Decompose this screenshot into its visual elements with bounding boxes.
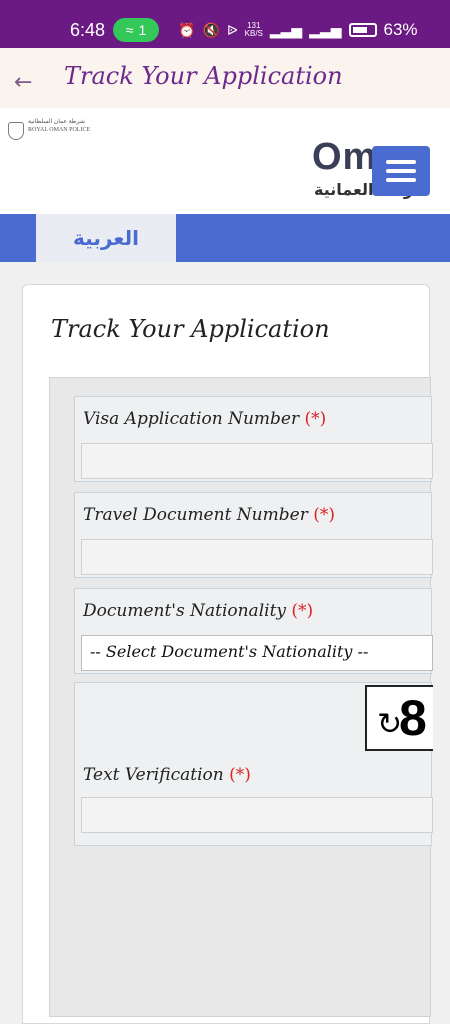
network-speed: 131 KB/S bbox=[245, 22, 263, 38]
wifi-hotspot-indicator: ≈ 1 bbox=[113, 18, 159, 42]
required-marker: (*) bbox=[229, 765, 251, 785]
visa-number-label: Visa Application Number (*) bbox=[83, 409, 326, 429]
travel-document-input[interactable] bbox=[81, 539, 433, 575]
alarm-icon: ⏰ bbox=[178, 21, 196, 38]
status-icons: ⏰ 🔇 ᐉ 131 KB/S ▂▃▅ ▂▃▅ 63% bbox=[178, 20, 418, 40]
nationality-select[interactable]: -- Select Document's Nationality -- bbox=[81, 635, 433, 671]
battery-icon bbox=[348, 23, 377, 37]
wifi-icon: ≈ bbox=[125, 22, 134, 38]
status-time: 6:48 bbox=[70, 20, 106, 40]
signal-4g-icon: ▂▃▅ bbox=[309, 21, 342, 38]
travel-document-label: Travel Document Number (*) bbox=[83, 505, 335, 525]
required-marker: (*) bbox=[291, 601, 314, 621]
nav-bar: العربية bbox=[0, 214, 450, 262]
bluetooth-icon: ᐉ bbox=[226, 21, 238, 38]
site-header: شرطة عمان السلطانية ROYAL OMAN POLICE Om… bbox=[0, 108, 450, 214]
language-toggle-arabic[interactable]: العربية bbox=[36, 214, 176, 262]
emblem-text-arabic: شرطة عمان السلطانية bbox=[28, 119, 85, 125]
verification-label: Text Verification (*) bbox=[83, 765, 251, 785]
travel-document-group: Travel Document Number (*) bbox=[74, 492, 433, 578]
battery-percent: 63% bbox=[383, 20, 418, 39]
visa-number-group: Visa Application Number (*) bbox=[74, 396, 433, 482]
travel-document-label-text: Travel Document Number bbox=[83, 505, 308, 525]
speed-unit: KB/S bbox=[244, 29, 263, 38]
mute-icon: 🔇 bbox=[202, 21, 220, 38]
nationality-label: Document's Nationality (*) bbox=[83, 601, 313, 621]
captcha-text: 8 bbox=[399, 690, 427, 746]
nationality-label-text: Document's Nationality bbox=[83, 601, 287, 621]
signal-icon: ▂▃▅ bbox=[269, 21, 303, 38]
nationality-group: Document's Nationality (*) -- Select Doc… bbox=[74, 588, 433, 674]
emblem-text: شرطة عمان السلطانية ROYAL OMAN POLICE bbox=[28, 118, 90, 134]
visa-number-input[interactable] bbox=[81, 443, 433, 479]
status-bar: 6:48 ≈ 1 ⏰ 🔇 ᐉ 131 KB/S ▂▃▅ ▂▃▅ 63% bbox=[0, 0, 450, 48]
wifi-count: 1 bbox=[138, 22, 147, 38]
menu-bar-icon bbox=[386, 169, 416, 173]
verification-group: ↻ 8 Text Verification (*) bbox=[74, 682, 433, 846]
captcha-image: ↻ 8 bbox=[365, 685, 433, 751]
track-application-panel: Track Your Application Visa Application … bbox=[22, 284, 433, 1024]
royal-oman-police-emblem bbox=[8, 122, 24, 140]
verification-label-text: Text Verification bbox=[83, 765, 224, 785]
app-title: Track Your Application bbox=[64, 62, 343, 90]
menu-bar-icon bbox=[386, 178, 416, 182]
back-arrow-icon[interactable]: ← bbox=[14, 70, 32, 95]
emblem-text-english: ROYAL OMAN POLICE bbox=[28, 127, 91, 133]
app-header: ← Track Your Application bbox=[0, 48, 450, 108]
track-form: Visa Application Number (*) Travel Docum… bbox=[49, 377, 433, 1017]
menu-bar-icon bbox=[386, 160, 416, 164]
hamburger-menu-button[interactable] bbox=[372, 146, 430, 196]
required-marker: (*) bbox=[304, 409, 327, 429]
verification-input[interactable] bbox=[81, 797, 433, 833]
page-title: Track Your Application bbox=[51, 315, 330, 343]
visa-number-label-text: Visa Application Number bbox=[83, 409, 300, 429]
required-marker: (*) bbox=[313, 505, 335, 525]
